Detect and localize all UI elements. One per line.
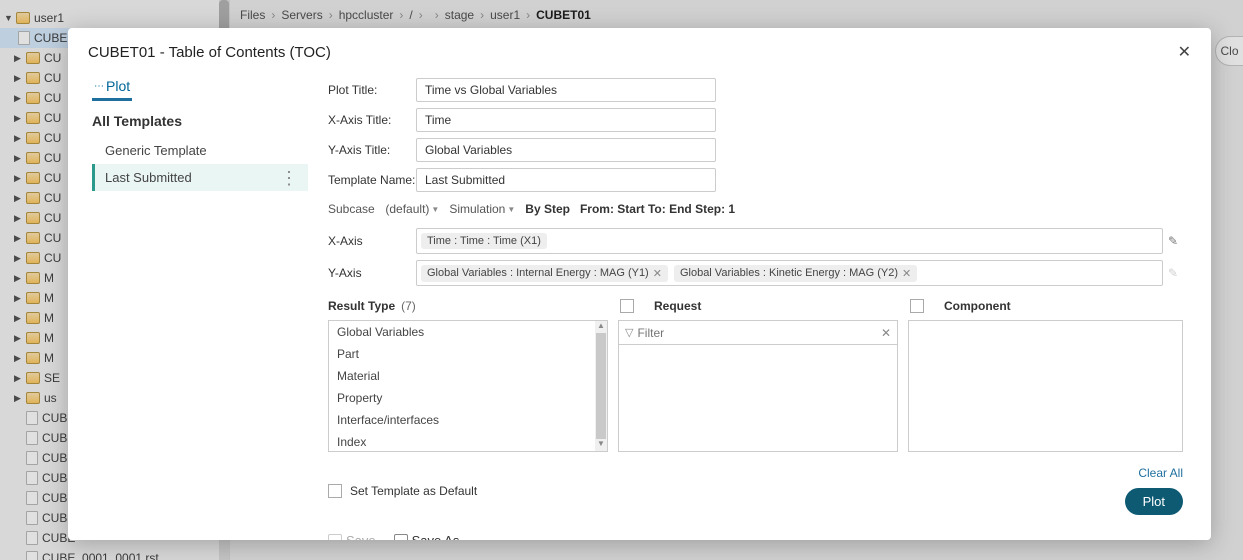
result-type-column: Result Type (7) Global VariablesPartMate… — [328, 296, 608, 452]
axis-chip[interactable]: Time : Time : Time (X1) — [421, 233, 547, 249]
result-type-item[interactable]: Property — [329, 387, 607, 409]
tab-plot[interactable]: Plot — [92, 74, 132, 101]
result-type-list[interactable]: Global VariablesPartMaterialPropertyInte… — [328, 320, 608, 452]
axis-chip[interactable]: Global Variables : Internal Energy : MAG… — [421, 265, 668, 282]
modal-title: CUBET01 - Table of Contents (TOC) — [88, 44, 331, 61]
save-button: Save — [328, 533, 376, 540]
component-list[interactable] — [908, 320, 1183, 452]
save-as-icon — [394, 534, 408, 541]
result-type-count: (7) — [401, 299, 416, 313]
chevron-down-icon: ▼ — [431, 205, 439, 214]
templates-heading: All Templates — [92, 113, 308, 129]
y-axis-chips[interactable]: Global Variables : Internal Energy : MAG… — [416, 260, 1163, 286]
range-label: From: Start To: End Step: 1 — [580, 202, 735, 216]
component-column: Component — [908, 296, 1183, 452]
x-axis-label: X-Axis — [328, 234, 416, 248]
filter-input[interactable] — [637, 326, 880, 340]
x-axis-chips[interactable]: Time : Time : Time (X1) — [416, 228, 1163, 254]
toc-modal: CUBET01 - Table of Contents (TOC) ✕ Plot… — [68, 28, 1211, 540]
edit-x-axis-icon[interactable]: ✎ — [1163, 234, 1183, 248]
by-step-label: By Step — [525, 202, 570, 216]
y-axis-label: Y-Axis — [328, 266, 416, 280]
request-label: Request — [654, 299, 701, 313]
templates-sidebar: Plot All Templates Generic Template Last … — [68, 66, 308, 540]
component-label: Component — [944, 299, 1011, 313]
subcase-dropdown[interactable]: Subcase (default) ▼ — [328, 202, 439, 216]
request-filter[interactable]: ▽ ✕ — [618, 320, 898, 344]
simulation-dropdown[interactable]: Simulation ▼ — [449, 202, 515, 216]
y-title-label: Y-Axis Title: — [328, 143, 416, 157]
result-type-item[interactable]: Material — [329, 365, 607, 387]
x-title-input[interactable] — [416, 108, 716, 132]
scrollbar-thumb[interactable] — [596, 333, 606, 439]
template-name-label: Template Name: — [328, 173, 416, 187]
template-label: Generic Template — [105, 143, 207, 158]
clear-all-link[interactable]: Clear All — [1138, 466, 1183, 480]
plot-form: Plot Title: X-Axis Title: Y-Axis Title: … — [308, 66, 1211, 540]
scroll-up-icon[interactable]: ▲ — [595, 321, 607, 333]
set-default-checkbox[interactable]: Set Template as Default — [328, 484, 477, 498]
template-label: Last Submitted — [105, 170, 192, 185]
request-checkbox[interactable] — [620, 299, 634, 313]
checkbox-icon — [328, 484, 342, 498]
result-type-item[interactable]: Interface/interfaces — [329, 409, 607, 431]
x-title-label: X-Axis Title: — [328, 113, 416, 127]
close-icon[interactable]: ✕ — [1178, 42, 1191, 62]
save-icon — [328, 534, 342, 541]
filter-icon: ▽ — [625, 326, 633, 339]
template-item[interactable]: Last Submitted⋮ — [92, 164, 308, 191]
clear-filter-icon[interactable]: ✕ — [881, 326, 891, 340]
remove-chip-icon[interactable]: ✕ — [902, 267, 911, 280]
plot-button[interactable]: Plot — [1125, 488, 1183, 515]
request-list[interactable] — [618, 344, 898, 452]
remove-chip-icon[interactable]: ✕ — [653, 267, 662, 280]
axis-chip[interactable]: Global Variables : Kinetic Energy : MAG … — [674, 265, 917, 282]
y-title-input[interactable] — [416, 138, 716, 162]
scrollbar[interactable]: ▲ ▼ — [595, 321, 607, 451]
result-type-item[interactable]: Global Variables — [329, 321, 607, 343]
plot-title-input[interactable] — [416, 78, 716, 102]
plot-icon — [94, 78, 102, 94]
params-line: Subcase (default) ▼ Simulation ▼ By Step… — [328, 202, 1183, 216]
template-name-input[interactable] — [416, 168, 716, 192]
edit-y-axis-icon[interactable]: ✎ — [1163, 266, 1183, 280]
result-type-label: Result Type — [328, 299, 395, 313]
save-as-button[interactable]: Save As — [394, 533, 460, 540]
chevron-down-icon: ▼ — [507, 205, 515, 214]
template-item[interactable]: Generic Template — [92, 137, 308, 164]
result-type-item[interactable]: Part — [329, 343, 607, 365]
plot-title-label: Plot Title: — [328, 83, 416, 97]
request-column: Request ▽ ✕ — [618, 296, 898, 452]
scroll-down-icon[interactable]: ▼ — [595, 439, 607, 451]
component-checkbox[interactable] — [910, 299, 924, 313]
result-type-item[interactable]: Index — [329, 431, 607, 452]
